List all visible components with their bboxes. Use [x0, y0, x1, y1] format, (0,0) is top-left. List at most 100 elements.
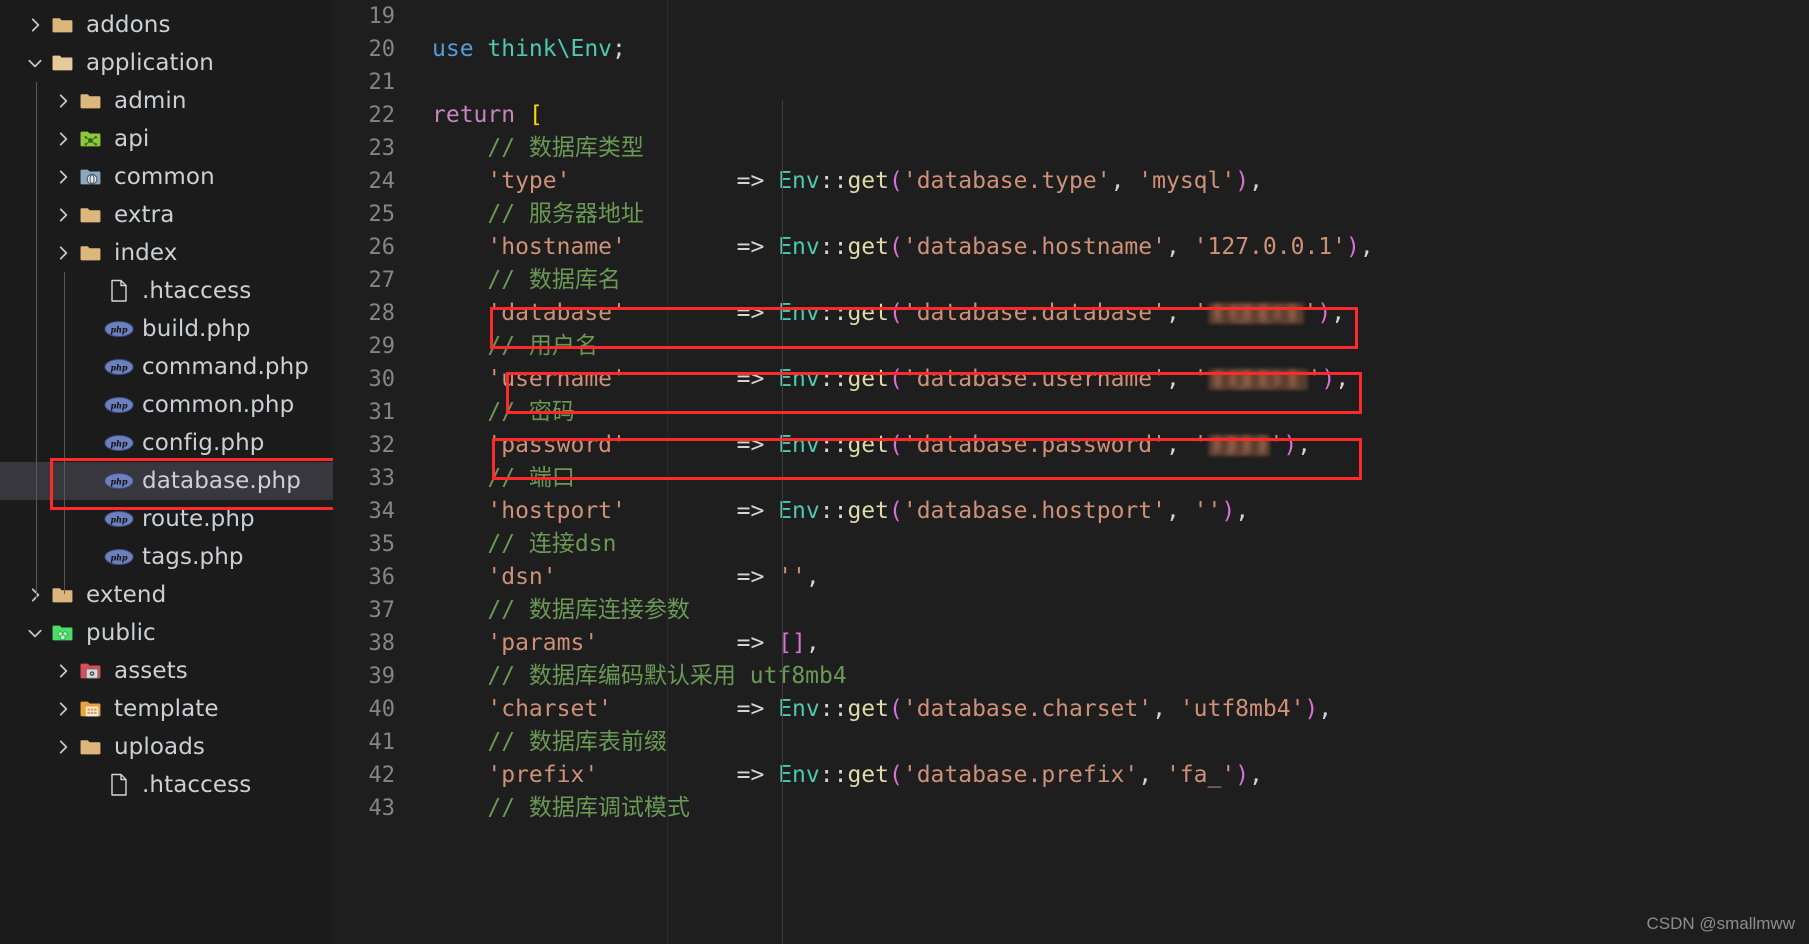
tree-item-command-php[interactable]: phpcommand.php: [0, 348, 333, 386]
code-line[interactable]: 22return [: [333, 99, 1809, 132]
tree-item-extra[interactable]: extra: [0, 196, 333, 234]
code-token: 'database.hostname': [903, 234, 1166, 260]
code-token: [: [529, 102, 543, 128]
chevron-right-icon[interactable]: [50, 92, 76, 110]
code-line[interactable]: 21: [333, 66, 1809, 99]
code-token: // 数据库类型: [432, 135, 644, 161]
code-line[interactable]: 37 // 数据库连接参数: [333, 594, 1809, 627]
code-content[interactable]: 1920use think\Env;2122return [23 // 数据库类…: [333, 0, 1809, 825]
code-token: Env: [778, 696, 820, 722]
tree-item-common[interactable]: common: [0, 158, 333, 196]
code-line[interactable]: 31 // 密码: [333, 396, 1809, 429]
chevron-right-icon[interactable]: [50, 700, 76, 718]
code-line[interactable]: 24 'type' => Env::get('database.type', '…: [333, 165, 1809, 198]
code-token: 'database.hostport': [903, 498, 1166, 524]
tree-item-extend[interactable]: extend: [0, 576, 333, 614]
tree-item-label: build.php: [142, 318, 251, 341]
code-line[interactable]: 30 'username' => Env::get('database.user…: [333, 363, 1809, 396]
code-line[interactable]: 34 'hostport' => Env::get('database.host…: [333, 495, 1809, 528]
code-line[interactable]: 36 'dsn' => '',: [333, 561, 1809, 594]
code-token: Env: [778, 498, 820, 524]
tree-item-application[interactable]: application: [0, 44, 333, 82]
redacted-value: [1208, 369, 1308, 390]
tree-item-label: extra: [114, 204, 174, 227]
tree-item-build-php[interactable]: phpbuild.php: [0, 310, 333, 348]
chevron-right-icon[interactable]: [50, 168, 76, 186]
code-token: ,: [806, 630, 820, 656]
tree-item-database-php[interactable]: phpdatabase.php: [0, 462, 333, 500]
tree-item-api[interactable]: api: [0, 120, 333, 158]
code-text: use think\Env;: [417, 33, 1809, 66]
chevron-right-icon[interactable]: [50, 130, 76, 148]
code-line[interactable]: 29 // 用户名: [333, 330, 1809, 363]
code-line[interactable]: 41 // 数据库表前缀: [333, 726, 1809, 759]
tree-item-label: assets: [114, 660, 188, 683]
code-token: ::: [820, 300, 848, 326]
code-token: =>: [626, 234, 778, 260]
tree-item-htaccess[interactable]: .htaccess: [0, 766, 333, 804]
code-line[interactable]: 28 'database' => Env::get('database.data…: [333, 297, 1809, 330]
code-line[interactable]: 20use think\Env;: [333, 33, 1809, 66]
code-line[interactable]: 35 // 连接dsn: [333, 528, 1809, 561]
code-line[interactable]: 27 // 数据库名: [333, 264, 1809, 297]
code-text: 'prefix' => Env::get('database.prefix', …: [417, 759, 1809, 792]
code-line[interactable]: 39 // 数据库编码默认采用 utf8mb4: [333, 660, 1809, 693]
code-token: // 连接dsn: [432, 531, 616, 557]
code-token: (: [889, 366, 903, 392]
code-line[interactable]: 19: [333, 0, 1809, 33]
chevron-down-icon[interactable]: [22, 624, 48, 642]
code-line[interactable]: 38 'params' => [],: [333, 627, 1809, 660]
line-number: 24: [333, 165, 417, 198]
code-token: =>: [598, 762, 778, 788]
tree-item-common-php[interactable]: phpcommon.php: [0, 386, 333, 424]
code-line[interactable]: 26 'hostname' => Env::get('database.host…: [333, 231, 1809, 264]
code-token: ): [1304, 696, 1318, 722]
tree-item-admin[interactable]: admin: [0, 82, 333, 120]
tree-item-config-php[interactable]: phpconfig.php: [0, 424, 333, 462]
code-line[interactable]: 25 // 服务器地址: [333, 198, 1809, 231]
folder-open-icon: [48, 52, 78, 74]
tree-item-index[interactable]: index: [0, 234, 333, 272]
code-line[interactable]: 23 // 数据库类型: [333, 132, 1809, 165]
code-text: // 数据库表前缀: [417, 726, 1809, 759]
code-line[interactable]: 33 // 端口: [333, 462, 1809, 495]
code-text: 'hostport' => Env::get('database.hostpor…: [417, 495, 1809, 528]
chevron-right-icon[interactable]: [22, 16, 48, 34]
code-token: ::: [820, 168, 848, 194]
chevron-right-icon[interactable]: [50, 662, 76, 680]
line-number: 27: [333, 264, 417, 297]
code-line[interactable]: 43 // 数据库调试模式: [333, 792, 1809, 825]
svg-text:php: php: [110, 362, 127, 372]
tree-item-htaccess[interactable]: .htaccess: [0, 272, 333, 310]
folder-public-icon: [48, 622, 78, 644]
tree-item-addons[interactable]: addons: [0, 6, 333, 44]
file-explorer-sidebar: addonsapplicationadminapicommon extra inde…: [0, 0, 333, 944]
redacted-value: [1208, 303, 1304, 324]
chevron-right-icon[interactable]: [22, 586, 48, 604]
code-token: // 用户名: [432, 333, 598, 359]
code-line[interactable]: 42 'prefix' => Env::get('database.prefix…: [333, 759, 1809, 792]
chevron-right-icon[interactable]: [50, 206, 76, 224]
tree-item-public[interactable]: public: [0, 614, 333, 652]
chevron-right-icon[interactable]: [50, 738, 76, 756]
tree-item-tags-php[interactable]: phptags.php: [0, 538, 333, 576]
php-file-icon: php: [104, 434, 134, 452]
folder-icon: [76, 736, 106, 758]
tree-item-assets[interactable]: assets: [0, 652, 333, 690]
tree-item-route-php[interactable]: phproute.php: [0, 500, 333, 538]
chevron-right-icon[interactable]: [50, 244, 76, 262]
code-token: 'database.type': [903, 168, 1111, 194]
line-number: 31: [333, 396, 417, 429]
code-line[interactable]: 40 'charset' => Env::get('database.chars…: [333, 693, 1809, 726]
code-line[interactable]: 32 'password' => Env::get('database.pass…: [333, 429, 1809, 462]
php-file-icon: php: [104, 396, 134, 414]
line-number: 40: [333, 693, 417, 726]
svg-text:php: php: [110, 438, 127, 448]
tree-item-uploads[interactable]: uploads: [0, 728, 333, 766]
tree-item-template[interactable]: template: [0, 690, 333, 728]
code-token: ': [1194, 366, 1208, 392]
code-editor[interactable]: 1920use think\Env;2122return [23 // 数据库类…: [333, 0, 1809, 944]
chevron-down-icon[interactable]: [22, 54, 48, 72]
code-token: 'params': [432, 630, 598, 656]
folder-icon: [76, 90, 106, 112]
